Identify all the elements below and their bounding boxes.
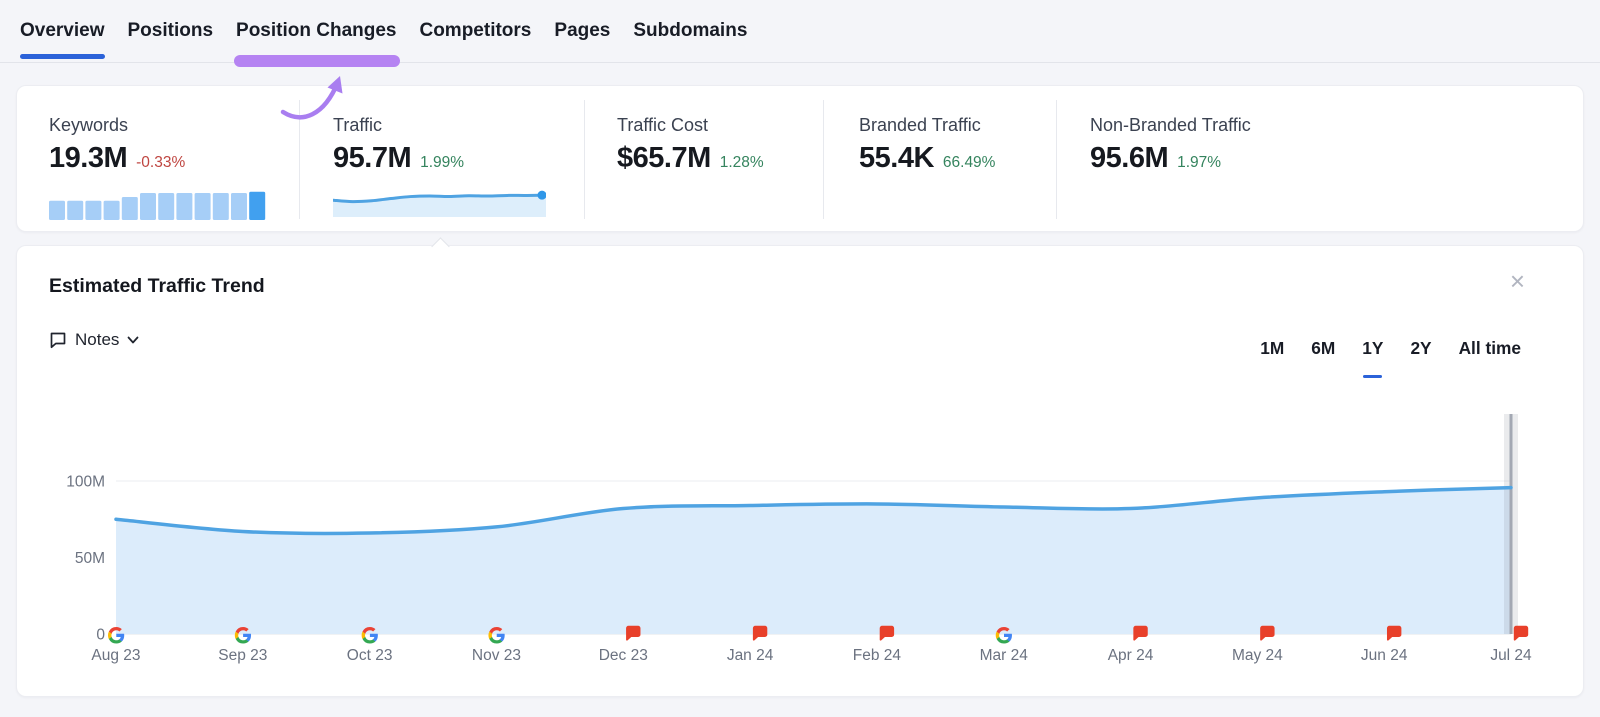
svg-text:Nov 23: Nov 23 [472,647,521,664]
svg-text:Aug 23: Aug 23 [91,647,140,664]
svg-text:100M: 100M [66,474,105,491]
metric-value: 95.7M [333,143,411,173]
tab-position-changes[interactable]: Position Changes [236,20,396,59]
tab-positions[interactable]: Positions [128,20,214,59]
svg-text:Mar 24: Mar 24 [980,647,1029,664]
svg-text:May 24: May 24 [1232,647,1283,664]
svg-text:Dec 23: Dec 23 [599,647,648,664]
svg-text:50M: 50M [75,550,105,567]
keywords-sparkline [49,189,267,220]
metric-change: 1.99% [420,154,464,172]
card-divider [584,100,585,219]
metric-card-traffic-cost[interactable]: Traffic Cost $65.7M 1.28% [617,115,764,173]
svg-text:Feb 24: Feb 24 [853,647,902,664]
svg-text:Jan 24: Jan 24 [727,647,774,664]
metric-card-branded-traffic[interactable]: Branded Traffic 55.4K 66.49% [859,115,995,173]
metric-change: 1.97% [1177,154,1221,172]
tab-overview[interactable]: Overview [20,20,105,59]
svg-text:Sep 23: Sep 23 [218,647,267,664]
svg-text:Apr 24: Apr 24 [1108,647,1154,664]
metric-value: 19.3M [49,143,127,173]
top-nav: Overview Positions Position Changes Comp… [20,20,747,59]
metric-label: Keywords [49,115,185,136]
domain-overview-page: Overview Positions Position Changes Comp… [0,0,1600,717]
metric-card-keywords[interactable]: Keywords 19.3M -0.33% [49,115,185,173]
metric-card-non-branded-traffic[interactable]: Non-Branded Traffic 95.6M 1.97% [1090,115,1251,173]
metric-value: 95.6M [1090,143,1168,173]
tab-pages[interactable]: Pages [554,20,610,59]
card-divider [1056,100,1057,219]
metric-label: Traffic Cost [617,115,764,136]
traffic-trend-chart[interactable]: 0 50M 100M Aug 23 Sep 23 Oct 23 Nov 23 Dec 23 Ja… [17,246,1585,698]
metric-change: -0.33% [136,154,185,172]
metric-value: 55.4K [859,143,934,173]
card-divider [823,100,824,219]
tab-competitors[interactable]: Competitors [419,20,531,59]
metric-change: 1.28% [720,154,764,172]
traffic-sparkline [333,189,546,217]
annotation-arrow-icon [262,66,357,124]
traffic-trend-panel: Estimated Traffic Trend × Notes 1M 6M 1Y… [16,245,1584,697]
svg-text:Oct 23: Oct 23 [347,647,393,664]
svg-text:0: 0 [96,627,105,644]
metric-change: 66.49% [943,154,996,172]
metrics-panel: Keywords 19.3M -0.33% Traffic 95.7M 1.99… [16,85,1584,232]
metric-label: Non-Branded Traffic [1090,115,1251,136]
svg-text:Jun 24: Jun 24 [1361,647,1408,664]
tab-subdomains[interactable]: Subdomains [633,20,747,59]
metric-value: $65.7M [617,143,711,173]
svg-text:Jul 24: Jul 24 [1490,647,1532,664]
metric-label: Branded Traffic [859,115,995,136]
